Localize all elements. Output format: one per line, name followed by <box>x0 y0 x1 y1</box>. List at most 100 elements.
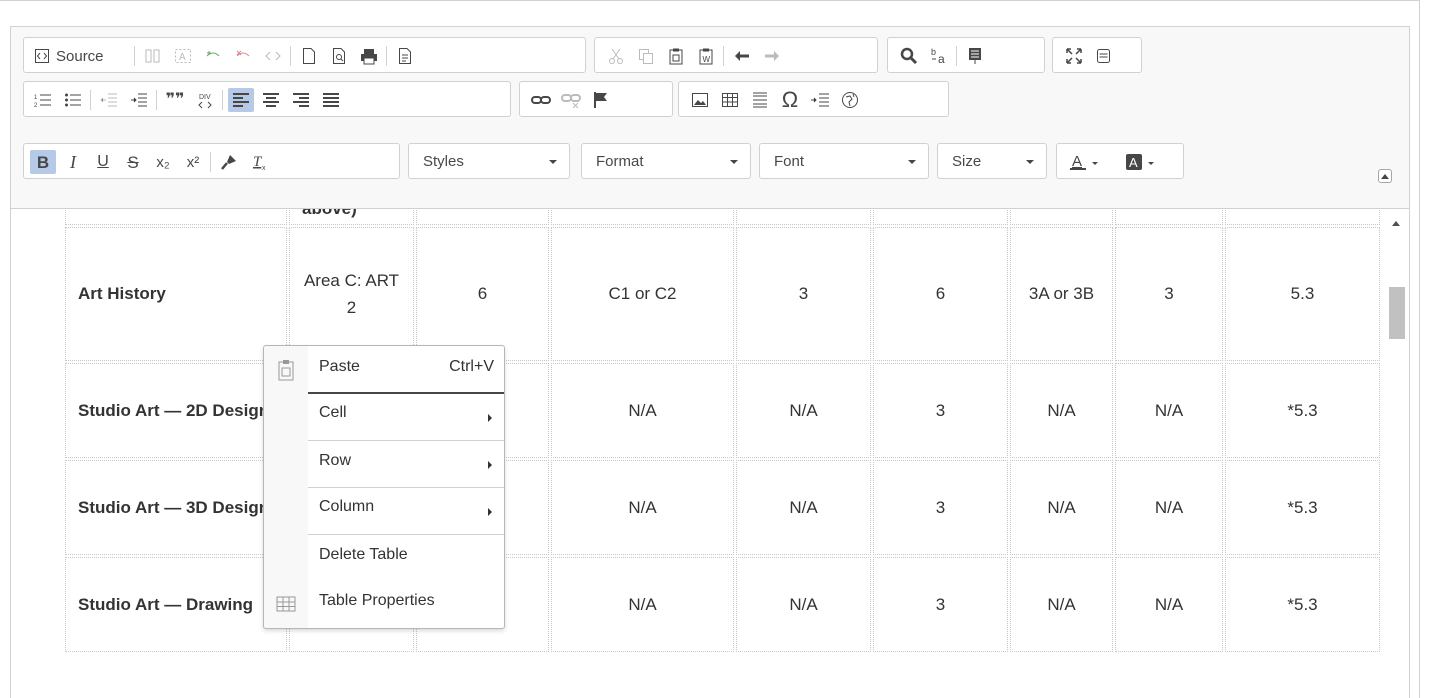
table-cell[interactable] <box>736 209 871 225</box>
numbered-list-icon[interactable]: 12 <box>30 88 56 112</box>
table-cell[interactable]: 3 <box>873 363 1008 458</box>
decrease-indent-icon[interactable] <box>96 88 122 112</box>
italic-button[interactable]: I <box>60 150 86 174</box>
paste-from-word-icon[interactable]: W <box>693 44 719 68</box>
table-cell[interactable]: *5.3 <box>1225 363 1380 458</box>
menu-item-row[interactable]: Row <box>264 441 504 487</box>
code-snippet-icon[interactable] <box>260 44 286 68</box>
undo-icon[interactable] <box>729 44 755 68</box>
collapse-toolbar-button[interactable] <box>1378 169 1392 183</box>
menu-item-table-properties[interactable]: Table Properties <box>264 582 504 628</box>
maximize-icon[interactable] <box>1061 44 1087 68</box>
table-cell[interactable]: N/A <box>1010 460 1113 555</box>
underline-button[interactable]: U <box>90 150 116 174</box>
table-cell[interactable] <box>416 209 549 225</box>
table-cell[interactable]: N/A <box>551 363 734 458</box>
anchor-flag-icon[interactable] <box>588 88 614 112</box>
cut-icon[interactable] <box>603 44 629 68</box>
special-char-icon[interactable]: Ω <box>777 88 803 112</box>
table-cell[interactable]: *5.3 <box>1225 460 1380 555</box>
table-cell[interactable]: 5.3 <box>1225 227 1380 361</box>
preview-icon[interactable] <box>326 44 352 68</box>
table-cell[interactable]: 3 <box>1115 227 1223 361</box>
vertical-scrollbar[interactable] <box>1385 209 1409 698</box>
table-cell[interactable] <box>1010 209 1113 225</box>
text-color-button[interactable]: A <box>1065 150 1115 174</box>
table-cell[interactable]: N/A <box>1115 460 1223 555</box>
table-row-header-cell[interactable] <box>65 209 287 225</box>
table-cell[interactable] <box>1115 209 1223 225</box>
source-button[interactable]: Source <box>30 44 130 68</box>
menu-item-delete-table[interactable]: Delete Table <box>264 536 504 582</box>
table-cell[interactable] <box>551 209 734 225</box>
subscript-button[interactable]: x₂ <box>150 150 176 174</box>
redo-icon[interactable] <box>759 44 785 68</box>
scrollbar-thumb[interactable] <box>1389 287 1405 339</box>
image-icon[interactable] <box>687 88 713 112</box>
remove-format-icon[interactable]: Tx <box>246 150 272 174</box>
copy-icon[interactable] <box>633 44 659 68</box>
copy-formatting-icon[interactable] <box>216 150 242 174</box>
table-cell[interactable]: 3 <box>873 460 1008 555</box>
align-right-icon[interactable] <box>288 88 314 112</box>
table-row[interactable]: Art History Area C: ART 2 6 C1 or C2 3 6 3A or… <box>65 227 1380 361</box>
page-break-icon[interactable] <box>807 88 833 112</box>
print-icon[interactable] <box>356 44 382 68</box>
show-blocks-icon[interactable] <box>1091 44 1117 68</box>
font-dropdown[interactable]: Font <box>759 143 929 179</box>
table-cell[interactable]: 3A or 3B <box>1010 227 1113 361</box>
table-row-header-cell[interactable]: Studio Art — 3D Design <box>65 460 287 555</box>
menu-item-cell[interactable]: Cell <box>264 394 504 440</box>
scroll-up-icon[interactable] <box>1392 221 1400 226</box>
paste-icon[interactable] <box>663 44 689 68</box>
table-cell[interactable] <box>1225 209 1380 225</box>
blockquote-icon[interactable]: ❞❞ <box>162 88 188 112</box>
table-row-header-cell[interactable]: Art History <box>65 227 287 361</box>
find-icon[interactable] <box>896 44 922 68</box>
size-dropdown[interactable]: Size <box>937 143 1047 179</box>
new-page-icon[interactable] <box>296 44 322 68</box>
table-row[interactable]: above) <box>65 209 1380 225</box>
table-cell[interactable]: N/A <box>1115 557 1223 652</box>
horizontal-line-icon[interactable] <box>747 88 773 112</box>
format-dropdown[interactable]: Format <box>581 143 751 179</box>
table-cell[interactable]: 3 <box>736 227 871 361</box>
editor-content-area[interactable]: above) Art History Area C: ART 2 6 C1 or C2 3… <box>11 208 1409 698</box>
table-cell[interactable]: above) <box>289 209 414 225</box>
menu-item-column[interactable]: Column <box>264 488 504 534</box>
table-row-header-cell[interactable]: Studio Art — Drawing <box>65 557 287 652</box>
table-cell[interactable]: 6 <box>873 227 1008 361</box>
insert-anchor-icon[interactable] <box>200 44 226 68</box>
spellcheck-icon[interactable] <box>962 44 988 68</box>
strikethrough-button[interactable]: S <box>120 150 146 174</box>
justify-icon[interactable] <box>318 88 344 112</box>
table-row-header-cell[interactable]: Studio Art — 2D Design <box>65 363 287 458</box>
table-cell[interactable]: 3 <box>873 557 1008 652</box>
table-cell[interactable] <box>873 209 1008 225</box>
align-center-icon[interactable] <box>258 88 284 112</box>
align-left-icon[interactable] <box>228 88 254 112</box>
table-cell[interactable]: N/A <box>736 557 871 652</box>
table-cell[interactable]: N/A <box>1010 557 1113 652</box>
iframe-icon[interactable] <box>837 88 863 112</box>
table-cell[interactable]: N/A <box>551 460 734 555</box>
replace-icon[interactable]: ba <box>926 44 952 68</box>
table-cell[interactable]: N/A <box>1010 363 1113 458</box>
superscript-button[interactable]: x² <box>180 150 206 174</box>
remove-anchor-icon[interactable] <box>230 44 256 68</box>
bold-button[interactable]: B <box>30 150 56 174</box>
create-div-icon[interactable]: DIV <box>192 88 218 112</box>
select-all-icon[interactable]: A <box>170 44 196 68</box>
table-icon[interactable] <box>717 88 743 112</box>
menu-item-paste[interactable]: Paste Ctrl+V <box>264 346 504 392</box>
find-in-source-icon[interactable] <box>140 44 166 68</box>
bulleted-list-icon[interactable] <box>60 88 86 112</box>
templates-icon[interactable] <box>392 44 418 68</box>
table-cell[interactable]: Area C: ART 2 <box>289 227 414 361</box>
table-cell[interactable]: 6 <box>416 227 549 361</box>
table-cell[interactable]: N/A <box>736 460 871 555</box>
background-color-button[interactable]: A <box>1121 150 1171 174</box>
increase-indent-icon[interactable] <box>126 88 152 112</box>
table-cell[interactable]: N/A <box>551 557 734 652</box>
unlink-icon[interactable] <box>558 88 584 112</box>
